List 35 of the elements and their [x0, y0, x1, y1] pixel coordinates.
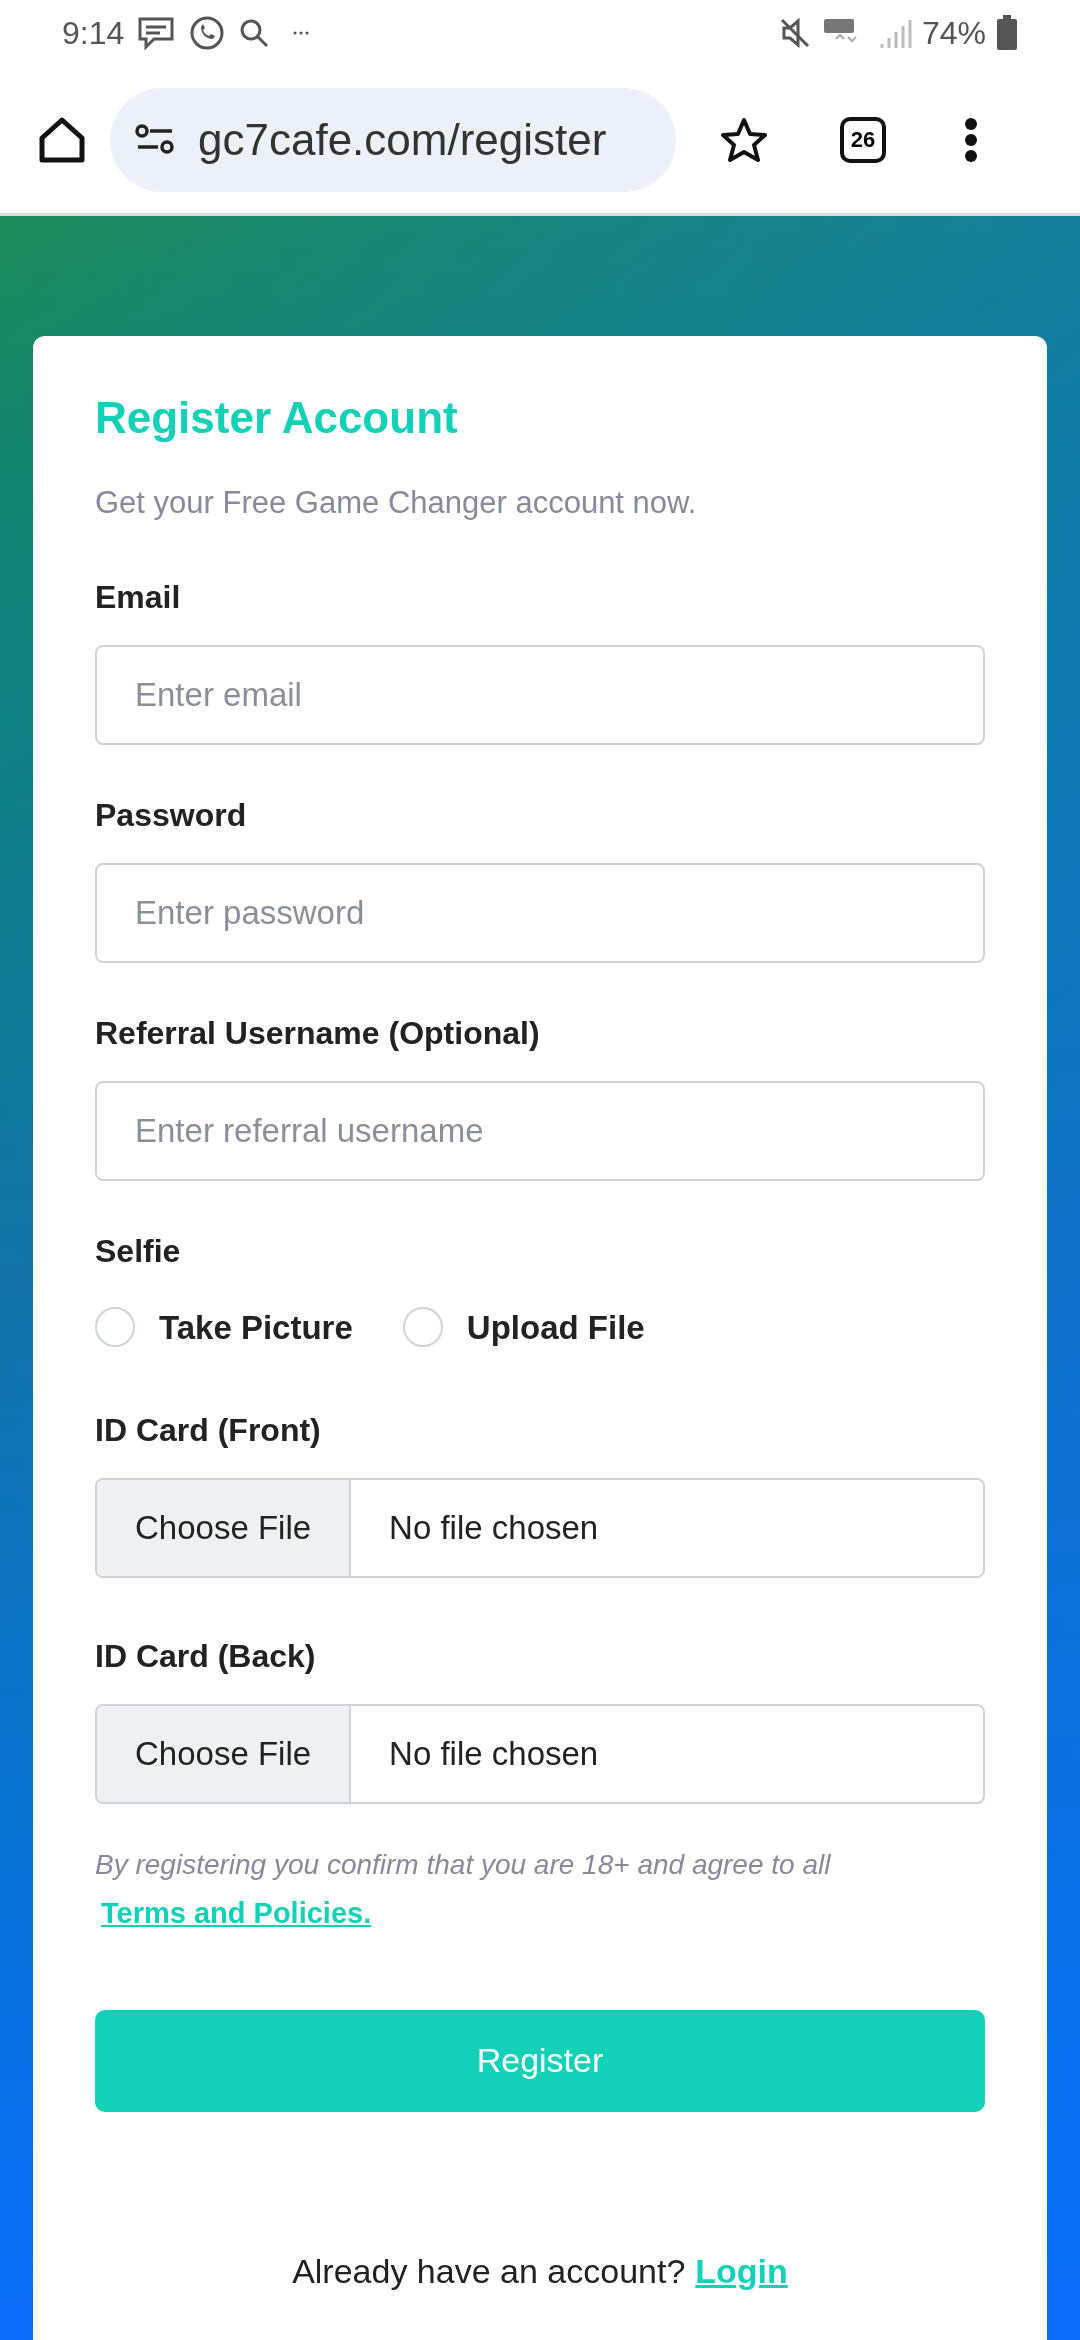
file-field[interactable]: Choose File No file chosen: [95, 1704, 985, 1804]
choose-file-button[interactable]: Choose File: [97, 1480, 352, 1576]
file-status: No file chosen: [388, 1734, 600, 1775]
choose-file-button[interactable]: Choose File: [97, 1706, 352, 1802]
text-field[interactable]: Enter email: [95, 644, 985, 745]
field-label: ID Card (Back): [95, 1637, 317, 1676]
field-label: Referral Username (Optional): [95, 1013, 541, 1053]
radio-label: Upload File: [466, 1307, 645, 1348]
status-time: 9:14: [62, 14, 125, 53]
field-label: Selfie: [95, 1231, 182, 1271]
menu-icon[interactable]: [964, 116, 978, 163]
file-field[interactable]: Choose File No file chosen: [95, 1478, 985, 1578]
field-label: Password: [95, 795, 248, 835]
text-field[interactable]: Enter referral username: [95, 1080, 985, 1181]
card-title: Register Account: [95, 396, 459, 440]
file-status: No file chosen: [388, 1508, 600, 1549]
battery-percent: 74%: [921, 14, 986, 53]
address-bar[interactable]: gc7cafe.com/register: [110, 87, 676, 192]
disclaimer-text: By registering you confirm that you are 18+ and agree to all: [95, 1848, 832, 1882]
site-settings-icon[interactable]: [134, 122, 176, 157]
message-icon: [136, 15, 177, 51]
radio-button[interactable]: [95, 1307, 135, 1348]
radio-button[interactable]: [402, 1307, 443, 1348]
login-prompt: Already have an account?: [292, 2250, 686, 2292]
more-icon: [292, 30, 311, 36]
radio-label: Take Picture: [159, 1307, 353, 1348]
search-icon: [238, 17, 271, 49]
star-icon[interactable]: [720, 115, 768, 164]
field-label: Email: [95, 577, 182, 617]
url-text: gc7cafe.com/register: [198, 113, 607, 166]
tab-count[interactable]: 26: [840, 116, 886, 163]
battery-icon: [996, 15, 1018, 51]
text-field[interactable]: Enter password: [95, 862, 985, 963]
field-label: ID Card (Front): [95, 1411, 322, 1450]
card-subtitle: Get your Free Game Changer account now.: [95, 484, 698, 522]
